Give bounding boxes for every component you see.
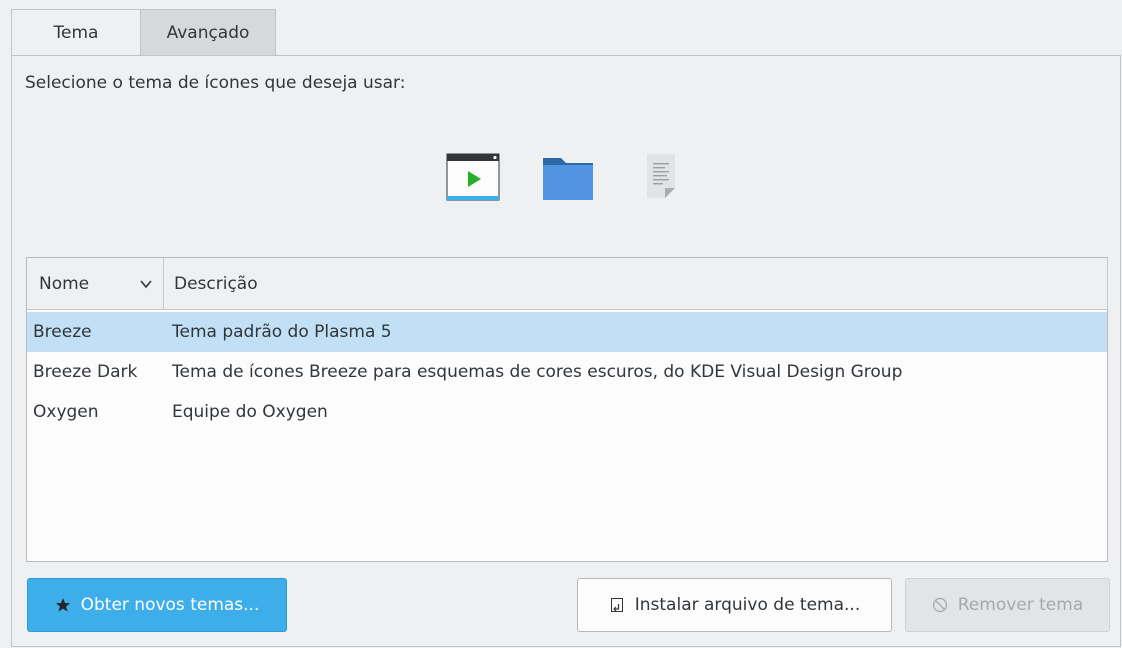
theme-description: Equipe do Oxygen: [172, 402, 328, 422]
folder-icon: [543, 158, 593, 200]
theme-name: Oxygen: [33, 402, 99, 422]
icon-theme-list[interactable]: Nome Descrição Breeze Tema padrão do Pla…: [26, 257, 1108, 562]
install-file-icon: [610, 598, 623, 612]
cancel-icon: [932, 597, 947, 613]
theme-name: Breeze Dark: [33, 362, 138, 382]
list-item[interactable]: Breeze Tema padrão do Plasma 5: [27, 312, 1107, 352]
list-item[interactable]: Oxygen Equipe do Oxygen: [27, 392, 1107, 432]
column-header-description[interactable]: Descrição: [164, 258, 1108, 309]
list-item[interactable]: Breeze Dark Tema de ícones Breeze para e…: [27, 352, 1107, 392]
column-header-name[interactable]: Nome: [27, 258, 164, 309]
get-new-themes-label: Obter novos temas...: [80, 595, 260, 615]
column-header-description-label: Descrição: [174, 273, 258, 294]
list-header: Nome Descrição: [27, 258, 1108, 310]
theme-name: Breeze: [33, 322, 92, 342]
application-window-icon: [446, 153, 500, 201]
icon-theme-preview: [12, 153, 1120, 205]
column-header-name-label: Nome: [39, 273, 90, 294]
install-theme-file-button[interactable]: Instalar arquivo de tema...: [577, 578, 892, 632]
theme-description: Tema padrão do Plasma 5: [172, 322, 392, 342]
tab-avancado[interactable]: Avançado: [141, 9, 276, 55]
tab-tema[interactable]: Tema: [11, 9, 141, 55]
remove-theme-button[interactable]: Remover tema: [905, 578, 1110, 632]
tab-panel: Selecione o tema de ícones que deseja us…: [11, 55, 1121, 647]
theme-description: Tema de ícones Breeze para esquemas de c…: [172, 362, 903, 382]
install-theme-file-label: Instalar arquivo de tema...: [634, 595, 861, 615]
text-document-icon: [647, 154, 675, 198]
chevron-down-icon: [140, 280, 152, 289]
star-icon: [55, 598, 70, 612]
instruction-label: Selecione o tema de ícones que deseja us…: [25, 73, 406, 93]
get-new-themes-button[interactable]: Obter novos temas...: [27, 578, 287, 632]
remove-theme-label: Remover tema: [957, 595, 1084, 615]
